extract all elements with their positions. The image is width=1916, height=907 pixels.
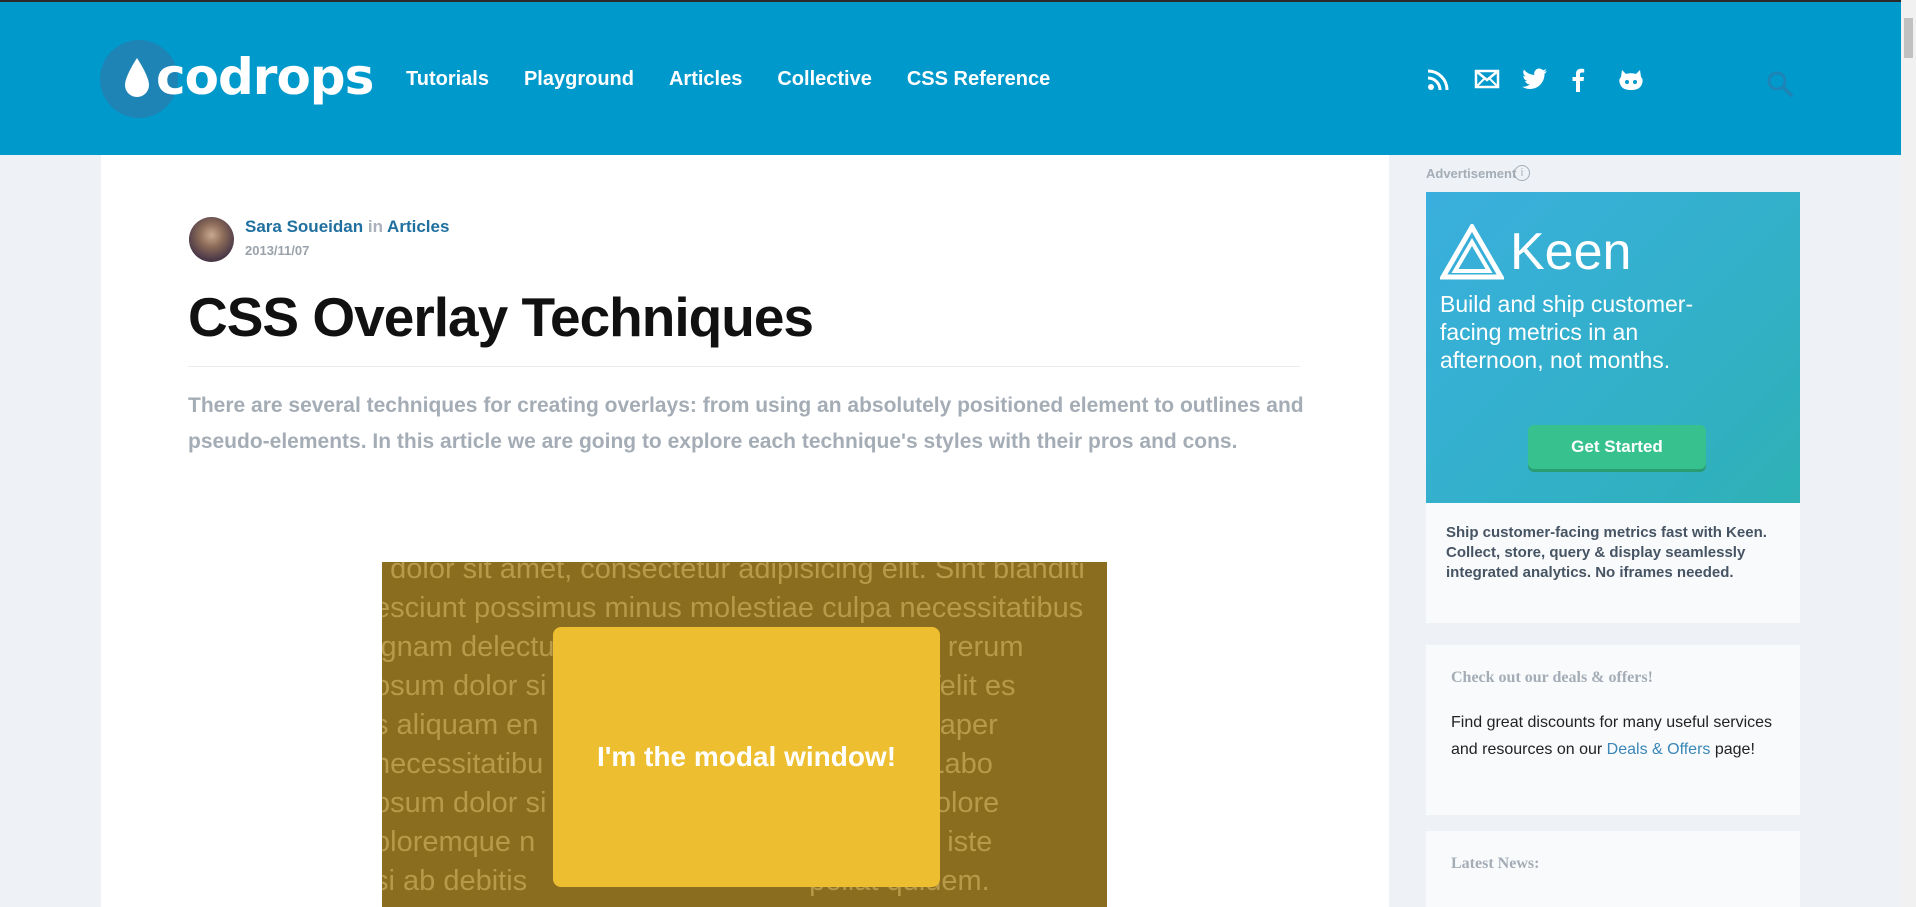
rss-icon[interactable] [1426, 68, 1474, 97]
drop-icon [125, 58, 149, 97]
ad-copy: Build and ship customer-facing metrics i… [1440, 291, 1694, 373]
nav-articles[interactable]: Articles [669, 68, 742, 91]
page-scrollbar[interactable] [1901, 0, 1916, 907]
post-date: 2013/11/07 [245, 243, 310, 258]
site-header: codrops Tutorials Playground Articles Co… [0, 0, 1901, 155]
twitter-icon[interactable] [1522, 68, 1570, 97]
mail-icon[interactable] [1474, 68, 1522, 97]
nav-playground[interactable]: Playground [524, 68, 634, 91]
deals-text-after: page! [1710, 741, 1755, 758]
article-card: Sara Soueidan in Articles 2013/11/07 CSS… [101, 155, 1389, 907]
demo-modal: I'm the modal window! [553, 627, 940, 887]
author-link[interactable]: Sara Soueidan [245, 217, 363, 236]
article-title: CSS Overlay Techniques [188, 286, 814, 348]
nav-collective[interactable]: Collective [777, 68, 871, 91]
ad-description-box: Ship customer-facing metrics fast with K… [1426, 503, 1800, 623]
keen-logo-icon [1440, 224, 1504, 280]
ad-label: Advertisement [1426, 166, 1517, 181]
category-link[interactable]: Articles [387, 217, 449, 236]
byline: Sara Soueidan in Articles [245, 217, 449, 237]
deals-text: Find great discounts for many useful ser… [1451, 709, 1775, 763]
nav-tutorials[interactable]: Tutorials [406, 68, 489, 91]
demo-line: t dolor sit amet, consectetur adipisicin… [382, 562, 1085, 585]
ad-description[interactable]: Ship customer-facing metrics fast with K… [1426, 503, 1800, 603]
get-started-button[interactable]: Get Started [1528, 425, 1706, 469]
github-icon[interactable] [1618, 68, 1666, 97]
article-lead: There are several techniques for creatin… [188, 394, 1304, 453]
news-box: Latest News: [1426, 831, 1800, 907]
overlay-demo-image: t dolor sit amet, consectetur adipisicin… [382, 562, 1107, 907]
main-nav: Tutorials Playground Articles Collective… [406, 68, 1085, 91]
keen-ad-banner[interactable]: Keen Build and ship customer-facing metr… [1426, 192, 1800, 503]
social-links [1426, 68, 1666, 97]
title-divider [188, 366, 1300, 367]
author-avatar[interactable] [189, 217, 234, 262]
demo-line: esciunt possimus minus molestiae culpa n… [382, 592, 1084, 624]
deals-heading: Check out our deals & offers! [1451, 669, 1653, 686]
logo-text: codrops [156, 48, 374, 106]
news-heading: Latest News: [1451, 855, 1540, 872]
nav-css-reference[interactable]: CSS Reference [907, 68, 1050, 91]
info-icon[interactable]: i [1514, 165, 1530, 181]
search-icon[interactable] [1766, 70, 1794, 103]
ad-brand: Keen [1510, 223, 1632, 281]
byline-in: in [367, 217, 383, 236]
scrollbar-thumb[interactable] [1904, 18, 1913, 58]
codrops-logo[interactable]: codrops [100, 40, 374, 120]
deals-link[interactable]: Deals & Offers [1607, 741, 1711, 758]
deals-box: Check out our deals & offers! Find great… [1426, 645, 1800, 815]
facebook-icon[interactable] [1570, 68, 1618, 97]
